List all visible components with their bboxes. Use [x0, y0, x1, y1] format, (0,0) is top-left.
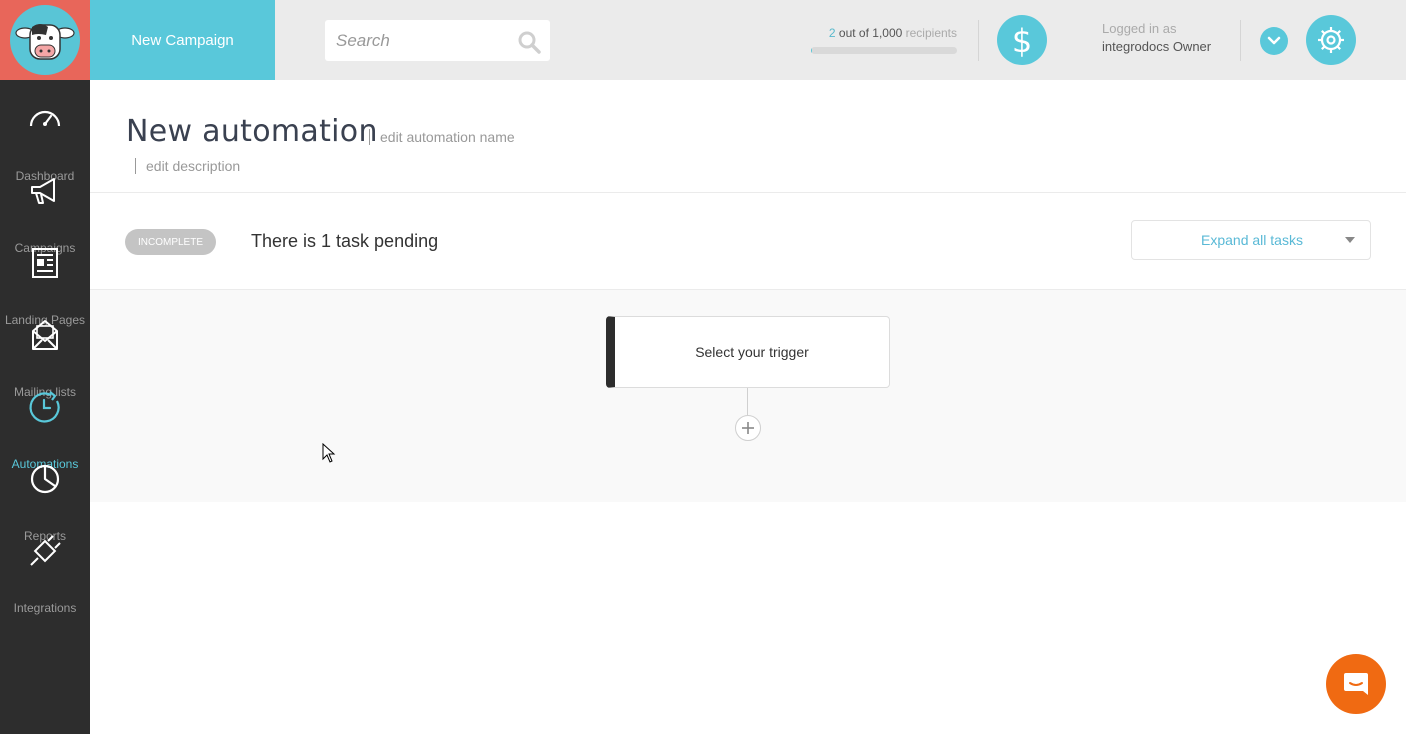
divider: [978, 20, 979, 61]
new-campaign-button[interactable]: New Campaign: [90, 0, 275, 80]
envelope-icon: [32, 320, 58, 350]
edit-description-link[interactable]: edit description: [135, 158, 240, 174]
dollar-icon: $: [1012, 23, 1032, 57]
search-input[interactable]: [325, 20, 510, 61]
clock-icon: [29, 391, 60, 423]
divider: [90, 192, 1406, 193]
edit-automation-name-link[interactable]: edit automation name: [369, 129, 515, 145]
logo[interactable]: [0, 0, 90, 80]
chat-icon: [1344, 673, 1368, 695]
pie-chart-icon: [30, 464, 60, 494]
trigger-label: Select your trigger: [695, 344, 809, 360]
page-title: New automation: [126, 114, 378, 149]
chat-launcher-button[interactable]: [1326, 654, 1386, 714]
recipients-used: 2: [828, 26, 836, 40]
mouse-cursor-icon: [322, 443, 336, 463]
sidebar-item-reports[interactable]: Reports: [0, 462, 90, 543]
recipients-suffix: recipients: [905, 26, 957, 40]
recipients-limit: out of 1,000: [835, 26, 906, 40]
logged-in-label: Logged in as: [1102, 21, 1177, 36]
status-badge: INCOMPLETE: [125, 229, 216, 255]
pending-tasks-text: There is 1 task pending: [251, 231, 439, 251]
cow-logo-icon: [10, 5, 80, 75]
recipients-progress-bar: [811, 47, 957, 54]
svg-text:$: $: [1012, 23, 1032, 57]
top-bar: New Campaign 2 out of 1,000 recipients $…: [0, 0, 1406, 80]
chevron-down-icon: [1267, 36, 1281, 45]
sidebar-item-landing-pages[interactable]: Landing Pages: [0, 246, 90, 327]
search-icon[interactable]: [517, 30, 541, 54]
sidebar-item-label: Integrations: [13, 601, 77, 615]
plug-icon: [30, 535, 61, 566]
expand-all-tasks-dropdown[interactable]: Expand all tasks: [1131, 220, 1371, 260]
sidebar-item-automations[interactable]: Automations: [0, 390, 90, 471]
recipients-counter: 2 out of 1,000 recipients: [790, 26, 957, 40]
sidebar-item-campaigns[interactable]: Campaigns: [0, 174, 90, 255]
add-step-button[interactable]: [735, 415, 761, 441]
plus-icon: [742, 422, 754, 434]
divider: [1240, 20, 1241, 61]
expand-all-tasks-label: Expand all tasks: [1201, 232, 1303, 248]
speedometer-icon: [29, 110, 61, 127]
billing-button[interactable]: $: [997, 15, 1047, 65]
account-menu-button[interactable]: [1260, 27, 1288, 55]
gear-icon: [1318, 27, 1344, 53]
sidebar-item-mailing-lists[interactable]: Mailing lists: [0, 318, 90, 399]
select-trigger-card[interactable]: Select your trigger: [606, 316, 890, 388]
logged-in-user: integrodocs Owner: [1102, 39, 1212, 54]
landing-page-icon: [32, 248, 58, 278]
sidebar: Dashboard Campaigns Landing Pages Mailin…: [0, 80, 90, 734]
settings-button[interactable]: [1306, 15, 1356, 65]
workflow-connector: [747, 388, 748, 415]
sidebar-item-dashboard[interactable]: Dashboard: [0, 102, 90, 183]
megaphone-icon: [31, 178, 55, 204]
sidebar-item-integrations[interactable]: Integrations: [0, 534, 90, 615]
caret-down-icon: [1345, 237, 1355, 243]
